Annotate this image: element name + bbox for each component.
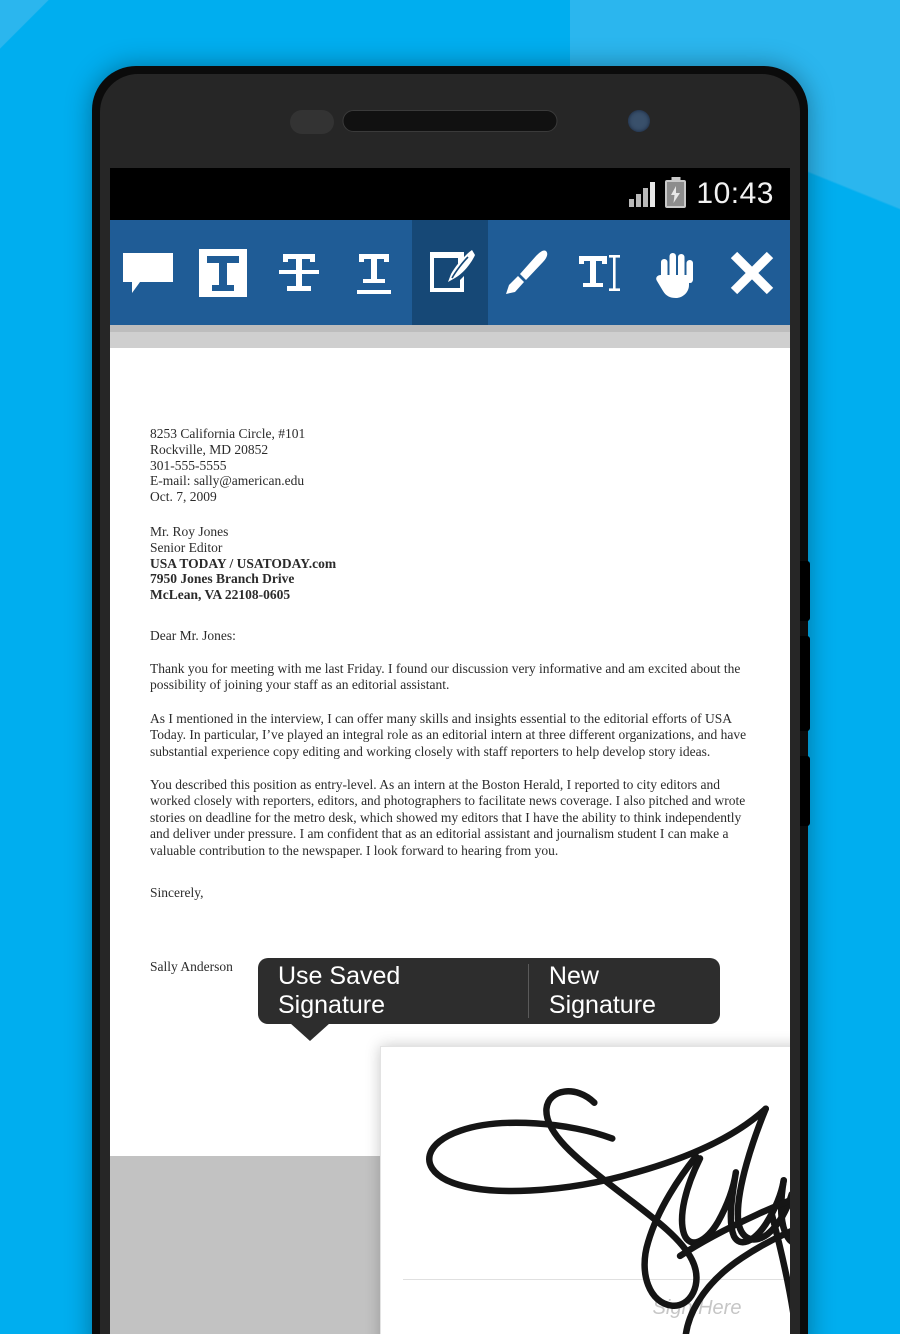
sender-address-line: Rockville, MD 20852 [150, 441, 269, 457]
underline-text-tool[interactable] [337, 220, 413, 325]
sender-address-line: 301-555-5555 [150, 457, 227, 473]
boxed-t-icon [195, 245, 251, 301]
page-with-quill-icon [422, 245, 478, 301]
letter-paragraph: As I mentioned in the interview, I can o… [150, 710, 747, 759]
signature-dialog: Sign Here Cancel Make Default Signature [380, 1046, 790, 1334]
popup-tail-arrow [290, 1023, 330, 1041]
signature-popup-menu: Use Saved Signature New Signature [258, 958, 720, 1041]
volume-up-button[interactable] [800, 561, 810, 621]
pan-tool[interactable] [639, 220, 715, 325]
highlight-text-tool[interactable] [186, 220, 262, 325]
strikeout-text-tool[interactable] [261, 220, 337, 325]
toolbar-shadow [110, 325, 790, 332]
close-tool[interactable] [715, 220, 791, 325]
typewriter-tool[interactable] [563, 220, 639, 325]
sender-address-line: E-mail: sally@american.edu [150, 473, 305, 489]
recipient-line: USA TODAY / USATODAY.com [150, 555, 337, 571]
recipient-line: Mr. Roy Jones [150, 523, 229, 539]
recipient-address: Mr. Roy Jones Senior Editor USA TODAY / … [150, 524, 758, 603]
letter-greeting: Dear Mr. Jones: [150, 627, 236, 643]
underline-t-icon [346, 245, 402, 301]
signature-tool[interactable] [412, 220, 488, 325]
power-button[interactable] [800, 756, 810, 826]
front-camera-icon [628, 110, 650, 132]
letter-closing: Sincerely, [150, 885, 204, 901]
speech-bubble-icon [120, 249, 176, 297]
letter-paragraph: You described this position as entry-lev… [150, 777, 746, 858]
phone-screen: 10:43 8253 California Circle, #101 Rockv… [110, 168, 790, 1334]
earpiece-speaker-icon [342, 110, 558, 132]
battery-charging-icon [665, 180, 687, 208]
strikethrough-t-icon [271, 245, 327, 301]
signature-ink-stroke [426, 1088, 790, 1334]
volume-down-button[interactable] [800, 636, 810, 731]
status-bar: 10:43 [110, 168, 790, 220]
background-wedge-top-left [0, 0, 60, 60]
recipient-line: McLean, VA 22108-0605 [150, 587, 291, 603]
t-with-caret-icon [573, 245, 629, 301]
sender-address-line: Oct. 7, 2009 [150, 489, 217, 505]
hand-icon [649, 245, 705, 301]
comment-tool[interactable] [110, 220, 186, 325]
signal-bars-icon [629, 181, 656, 207]
page-top-margin [110, 332, 790, 348]
recipient-line: 7950 Jones Branch Drive [150, 571, 295, 587]
recipient-line: Senior Editor [150, 539, 223, 555]
letter-paragraph: Thank you for meeting with me last Frida… [150, 660, 741, 693]
pdf-document-page[interactable]: 8253 California Circle, #101 Rockville, … [110, 348, 790, 1156]
signature-drawing-canvas[interactable]: Sign Here [381, 1047, 790, 1334]
new-signature-button[interactable]: New Signature [529, 958, 720, 1024]
sender-address-line: 8253 California Circle, #101 [150, 426, 306, 441]
close-x-icon [726, 247, 778, 299]
annotation-toolbar [110, 220, 790, 325]
sender-address: 8253 California Circle, #101 Rockville, … [150, 426, 758, 505]
paintbrush-icon [498, 245, 554, 301]
use-saved-signature-button[interactable]: Use Saved Signature [258, 958, 528, 1024]
status-bar-clock: 10:43 [696, 177, 774, 210]
draw-tool[interactable] [488, 220, 564, 325]
proximity-sensor-icon [290, 110, 334, 134]
